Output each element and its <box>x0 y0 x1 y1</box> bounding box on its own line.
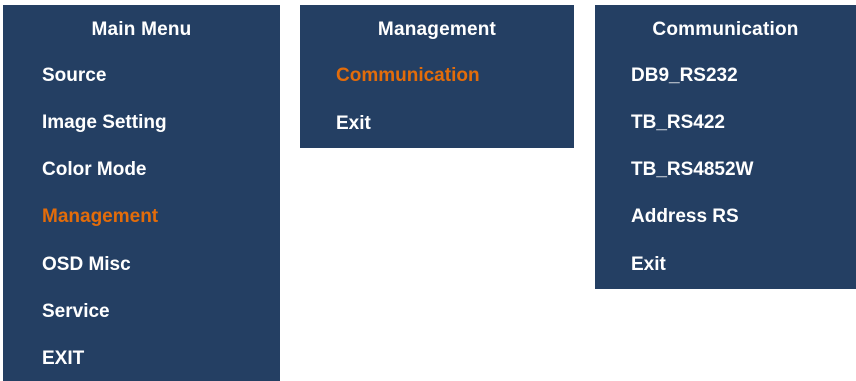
menu-item-db9-rs232[interactable]: DB9_RS232 <box>595 53 856 99</box>
menu-item-color-mode[interactable]: Color Mode <box>3 147 280 193</box>
management-menu-panel: Management Communication Exit <box>300 5 574 148</box>
menu-item-address-rs[interactable]: Address RS <box>595 194 856 240</box>
menu-item-management[interactable]: Management <box>3 194 280 240</box>
communication-menu-panel: Communication DB9_RS232 TB_RS422 TB_RS48… <box>595 5 856 289</box>
menu-item-exit[interactable]: Exit <box>300 101 574 147</box>
management-menu-title: Management <box>377 19 497 40</box>
menu-item-source[interactable]: Source <box>3 53 280 99</box>
menu-item-service[interactable]: Service <box>3 289 280 335</box>
menu-item-exit[interactable]: Exit <box>595 242 856 288</box>
menu-item-tb-rs4852w[interactable]: TB_RS4852W <box>595 147 856 193</box>
menu-item-osd-misc[interactable]: OSD Misc <box>3 242 280 288</box>
menu-item-exit[interactable]: EXIT <box>3 336 280 381</box>
main-menu-title: Main Menu <box>91 19 192 40</box>
menu-item-communication[interactable]: Communication <box>300 53 574 99</box>
main-menu-panel: Main Menu Source Image Setting Color Mod… <box>3 5 280 381</box>
communication-menu-title: Communication <box>652 19 799 40</box>
menu-item-image-setting[interactable]: Image Setting <box>3 100 280 146</box>
menu-item-tb-rs422[interactable]: TB_RS422 <box>595 100 856 146</box>
